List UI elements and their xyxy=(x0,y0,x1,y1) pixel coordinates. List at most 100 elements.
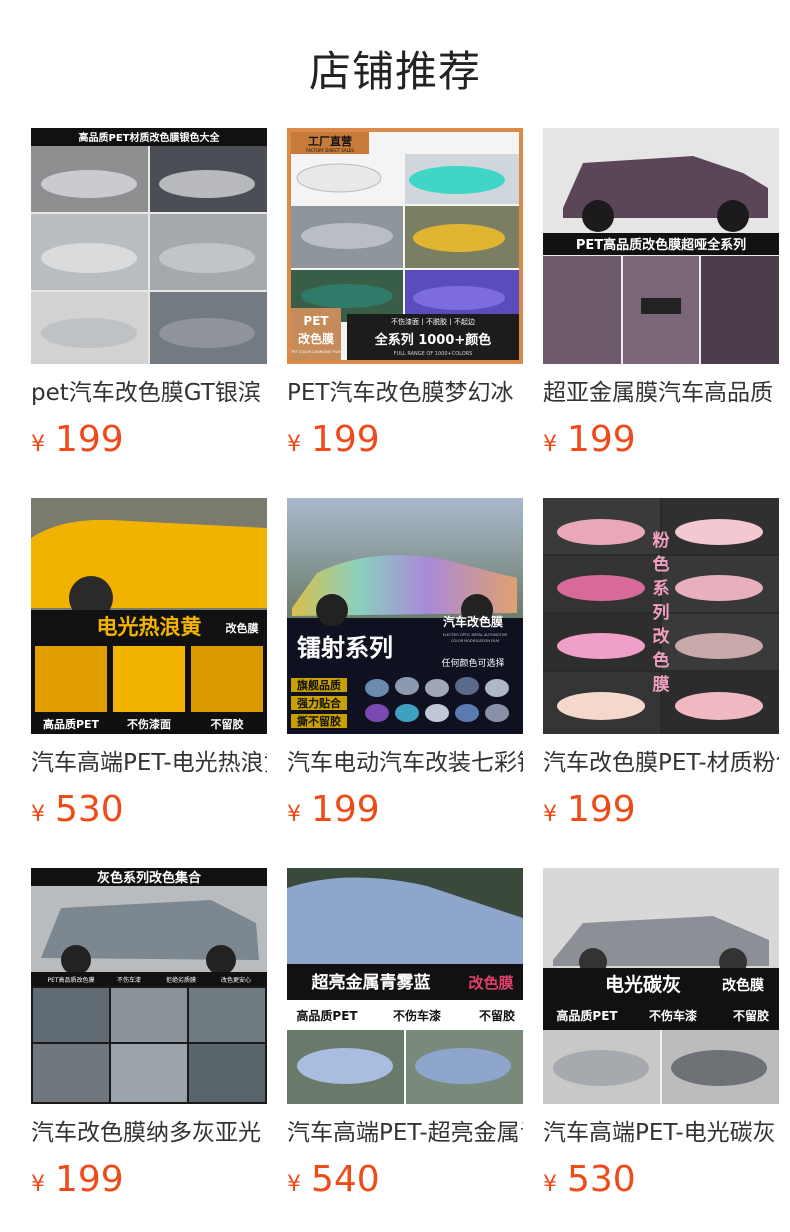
overlay-text: 高品质PET xyxy=(43,717,100,731)
overlay-text: 不伤车漆 xyxy=(117,976,141,984)
price-value: 199 xyxy=(311,789,380,830)
product-card[interactable]: 镭射系列 汽车改色膜 ELECTRO OPTIC METAL AUTOMOTIV… xyxy=(287,498,523,832)
overlay-text: 改色膜 xyxy=(722,977,764,994)
overlay-text: 旗舰品质 xyxy=(297,678,341,692)
product-image[interactable]: 超亮金属青雾蓝 改色膜 高品质PET 不伤车漆 不留胶 xyxy=(287,868,523,1104)
price-value: 530 xyxy=(567,1159,636,1200)
product-card[interactable]: 电光碳灰 改色膜 高品质PET 不伤车漆 不留胶 汽车高端PET-电光碳灰 ¥5… xyxy=(543,868,779,1202)
currency-symbol: ¥ xyxy=(31,1172,45,1197)
overlay-text: FACTORY DIRECT SALES xyxy=(306,148,354,153)
overlay-text: 色 xyxy=(653,554,670,575)
product-name[interactable]: 汽车高端PET-电光热浪黄 xyxy=(31,748,267,778)
product-name[interactable]: 汽车高端PET-超亮金属青雾蓝 xyxy=(287,1118,523,1148)
laser-holographic-car-image: 镭射系列 汽车改色膜 ELECTRO OPTIC METAL AUTOMOTIV… xyxy=(287,498,523,734)
overlay-text: 超亮金属青雾蓝 xyxy=(312,972,431,993)
price-value: 199 xyxy=(55,419,124,460)
overlay-text: PET COLOR CHANGING FILM xyxy=(291,350,340,354)
overlay-text: 任何颜色可选择 xyxy=(441,657,504,669)
overlay-text: 改 xyxy=(653,626,671,647)
overlay-text: 撕不留胶 xyxy=(297,714,341,728)
overlay-text: 拒绝劣质膜 xyxy=(166,976,196,984)
matte-purple-suv-image: PET高品质改色膜超哑全系列 xyxy=(543,128,779,364)
product-card[interactable]: 工厂直营 FACTORY DIRECT SALES PET 改色膜 PET CO… xyxy=(287,128,523,462)
page-title: 店铺推荐 xyxy=(308,47,481,96)
price-value: 530 xyxy=(55,789,124,830)
overlay-text: 改色膜 xyxy=(226,621,259,635)
overlay-text: 色 xyxy=(653,650,670,671)
overlay-text: 灰色系列改色集合 xyxy=(97,870,202,886)
product-price: ¥540 xyxy=(287,1158,523,1202)
currency-symbol: ¥ xyxy=(31,802,45,827)
product-card[interactable]: 高品质PET材质改色膜银色大全 pet汽车改色膜GT银滨 ¥199 xyxy=(31,128,267,462)
overlay-text: 粉 xyxy=(653,530,670,551)
overlay-text: 高品质PET材质改色膜银色大全 xyxy=(79,131,221,144)
product-image[interactable]: 镭射系列 汽车改色膜 ELECTRO OPTIC METAL AUTOMOTIV… xyxy=(287,498,523,734)
silver-car-collage-image: 高品质PET材质改色膜银色大全 xyxy=(31,128,267,364)
blue-metallic-car-image: 超亮金属青雾蓝 改色膜 高品质PET 不伤车漆 不留胶 xyxy=(287,868,523,1104)
overlay-text: 不留胶 xyxy=(211,717,244,731)
pink-car-collage-image: 粉 色 系 列 改 色 膜 xyxy=(543,498,779,734)
product-image[interactable]: PET高品质改色膜超哑全系列 xyxy=(543,128,779,364)
product-image[interactable]: 灰色系列改色集合 PET高品质改色膜 不伤车漆 拒绝劣质膜 改色更安心 xyxy=(31,868,267,1104)
product-card[interactable]: 灰色系列改色集合 PET高品质改色膜 不伤车漆 拒绝劣质膜 改色更安心 汽车改色… xyxy=(31,868,267,1202)
carbon-grey-car-image: 电光碳灰 改色膜 高品质PET 不伤车漆 不留胶 xyxy=(543,868,779,1104)
product-name[interactable]: 超亚金属膜汽车高品质 xyxy=(543,378,779,408)
overlay-text: 高品质PET xyxy=(556,1008,618,1023)
product-price: ¥530 xyxy=(31,788,267,832)
overlay-text: 列 xyxy=(653,602,670,623)
product-image[interactable]: 粉 色 系 列 改 色 膜 xyxy=(543,498,779,734)
product-name[interactable]: 汽车电动汽车改装七彩镭射 xyxy=(287,748,523,778)
currency-symbol: ¥ xyxy=(543,1172,557,1197)
product-image[interactable]: 高品质PET材质改色膜银色大全 xyxy=(31,128,267,364)
product-card[interactable]: 超亮金属青雾蓝 改色膜 高品质PET 不伤车漆 不留胶 汽车高端PET-超亮金属… xyxy=(287,868,523,1202)
price-value: 540 xyxy=(311,1159,380,1200)
product-price: ¥530 xyxy=(543,1158,779,1202)
overlay-text: PET高品质改色膜超哑全系列 xyxy=(576,237,746,253)
currency-symbol: ¥ xyxy=(287,432,301,457)
currency-symbol: ¥ xyxy=(287,802,301,827)
currency-symbol: ¥ xyxy=(543,432,557,457)
overlay-text: 强力贴合 xyxy=(297,696,342,710)
overlay-text: 改色膜 xyxy=(298,331,334,346)
overlay-text: 不伤车漆 xyxy=(649,1008,697,1023)
product-name[interactable]: pet汽车改色膜GT银滨 xyxy=(31,378,267,408)
overlay-text: 系 xyxy=(653,579,670,599)
overlay-text: 工厂直营 xyxy=(308,134,352,148)
product-image[interactable]: 工厂直营 FACTORY DIRECT SALES PET 改色膜 PET CO… xyxy=(287,128,523,364)
product-name[interactable]: 汽车改色膜纳多灰亚光 xyxy=(31,1118,267,1148)
product-card[interactable]: 粉 色 系 列 改 色 膜 汽车改色膜PET-材质粉色 ¥199 xyxy=(543,498,779,832)
product-price: ¥199 xyxy=(543,418,779,462)
product-image[interactable]: 电光碳灰 改色膜 高品质PET 不伤车漆 不留胶 xyxy=(543,868,779,1104)
product-card[interactable]: PET高品质改色膜超哑全系列 超亚金属膜汽车高品质 ¥199 xyxy=(543,128,779,462)
overlay-text: 不伤车漆 xyxy=(393,1008,441,1023)
overlay-text: 镭射系列 xyxy=(297,634,393,662)
overlay-text: 膜 xyxy=(653,674,670,695)
overlay-text: 高品质PET xyxy=(296,1008,358,1023)
product-price: ¥199 xyxy=(287,788,523,832)
grey-car-collage-image: 灰色系列改色集合 PET高品质改色膜 不伤车漆 拒绝劣质膜 改色更安心 xyxy=(31,868,267,1104)
overlay-text: 不留胶 xyxy=(733,1008,769,1023)
price-value: 199 xyxy=(567,419,636,460)
color-film-collage-image: 工厂直营 FACTORY DIRECT SALES PET 改色膜 PET CO… xyxy=(287,128,523,364)
overlay-text: 不伤漆面丨不脱胶丨不起边 xyxy=(391,317,475,326)
overlay-text: COLOR MODIFICATION FILM xyxy=(451,639,499,643)
product-name[interactable]: PET汽车改色膜梦幻冰 xyxy=(287,378,523,408)
overlay-text: 电光碳灰 xyxy=(605,973,681,996)
product-price: ¥199 xyxy=(543,788,779,832)
overlay-text: 改色更安心 xyxy=(221,976,251,984)
product-card[interactable]: 电光热浪黄 改色膜 高品质PET 不伤漆面 不留胶 汽车高端PET-电光热浪黄 … xyxy=(31,498,267,832)
price-value: 199 xyxy=(311,419,380,460)
product-name[interactable]: 汽车改色膜PET-材质粉色 xyxy=(543,748,779,778)
overlay-text: 汽车改色膜 xyxy=(443,614,503,629)
product-name[interactable]: 汽车高端PET-电光碳灰 xyxy=(543,1118,779,1148)
product-price: ¥199 xyxy=(287,418,523,462)
currency-symbol: ¥ xyxy=(31,432,45,457)
price-value: 199 xyxy=(567,789,636,830)
currency-symbol: ¥ xyxy=(543,802,557,827)
overlay-text: 全系列 1000+颜色 xyxy=(374,332,492,348)
currency-symbol: ¥ xyxy=(287,1172,301,1197)
price-value: 199 xyxy=(55,1159,124,1200)
product-image[interactable]: 电光热浪黄 改色膜 高品质PET 不伤漆面 不留胶 xyxy=(31,498,267,734)
product-price: ¥199 xyxy=(31,418,267,462)
product-grid: 高品质PET材质改色膜银色大全 pet汽车改色膜GT银滨 ¥199 工厂直营 F… xyxy=(31,128,779,1202)
